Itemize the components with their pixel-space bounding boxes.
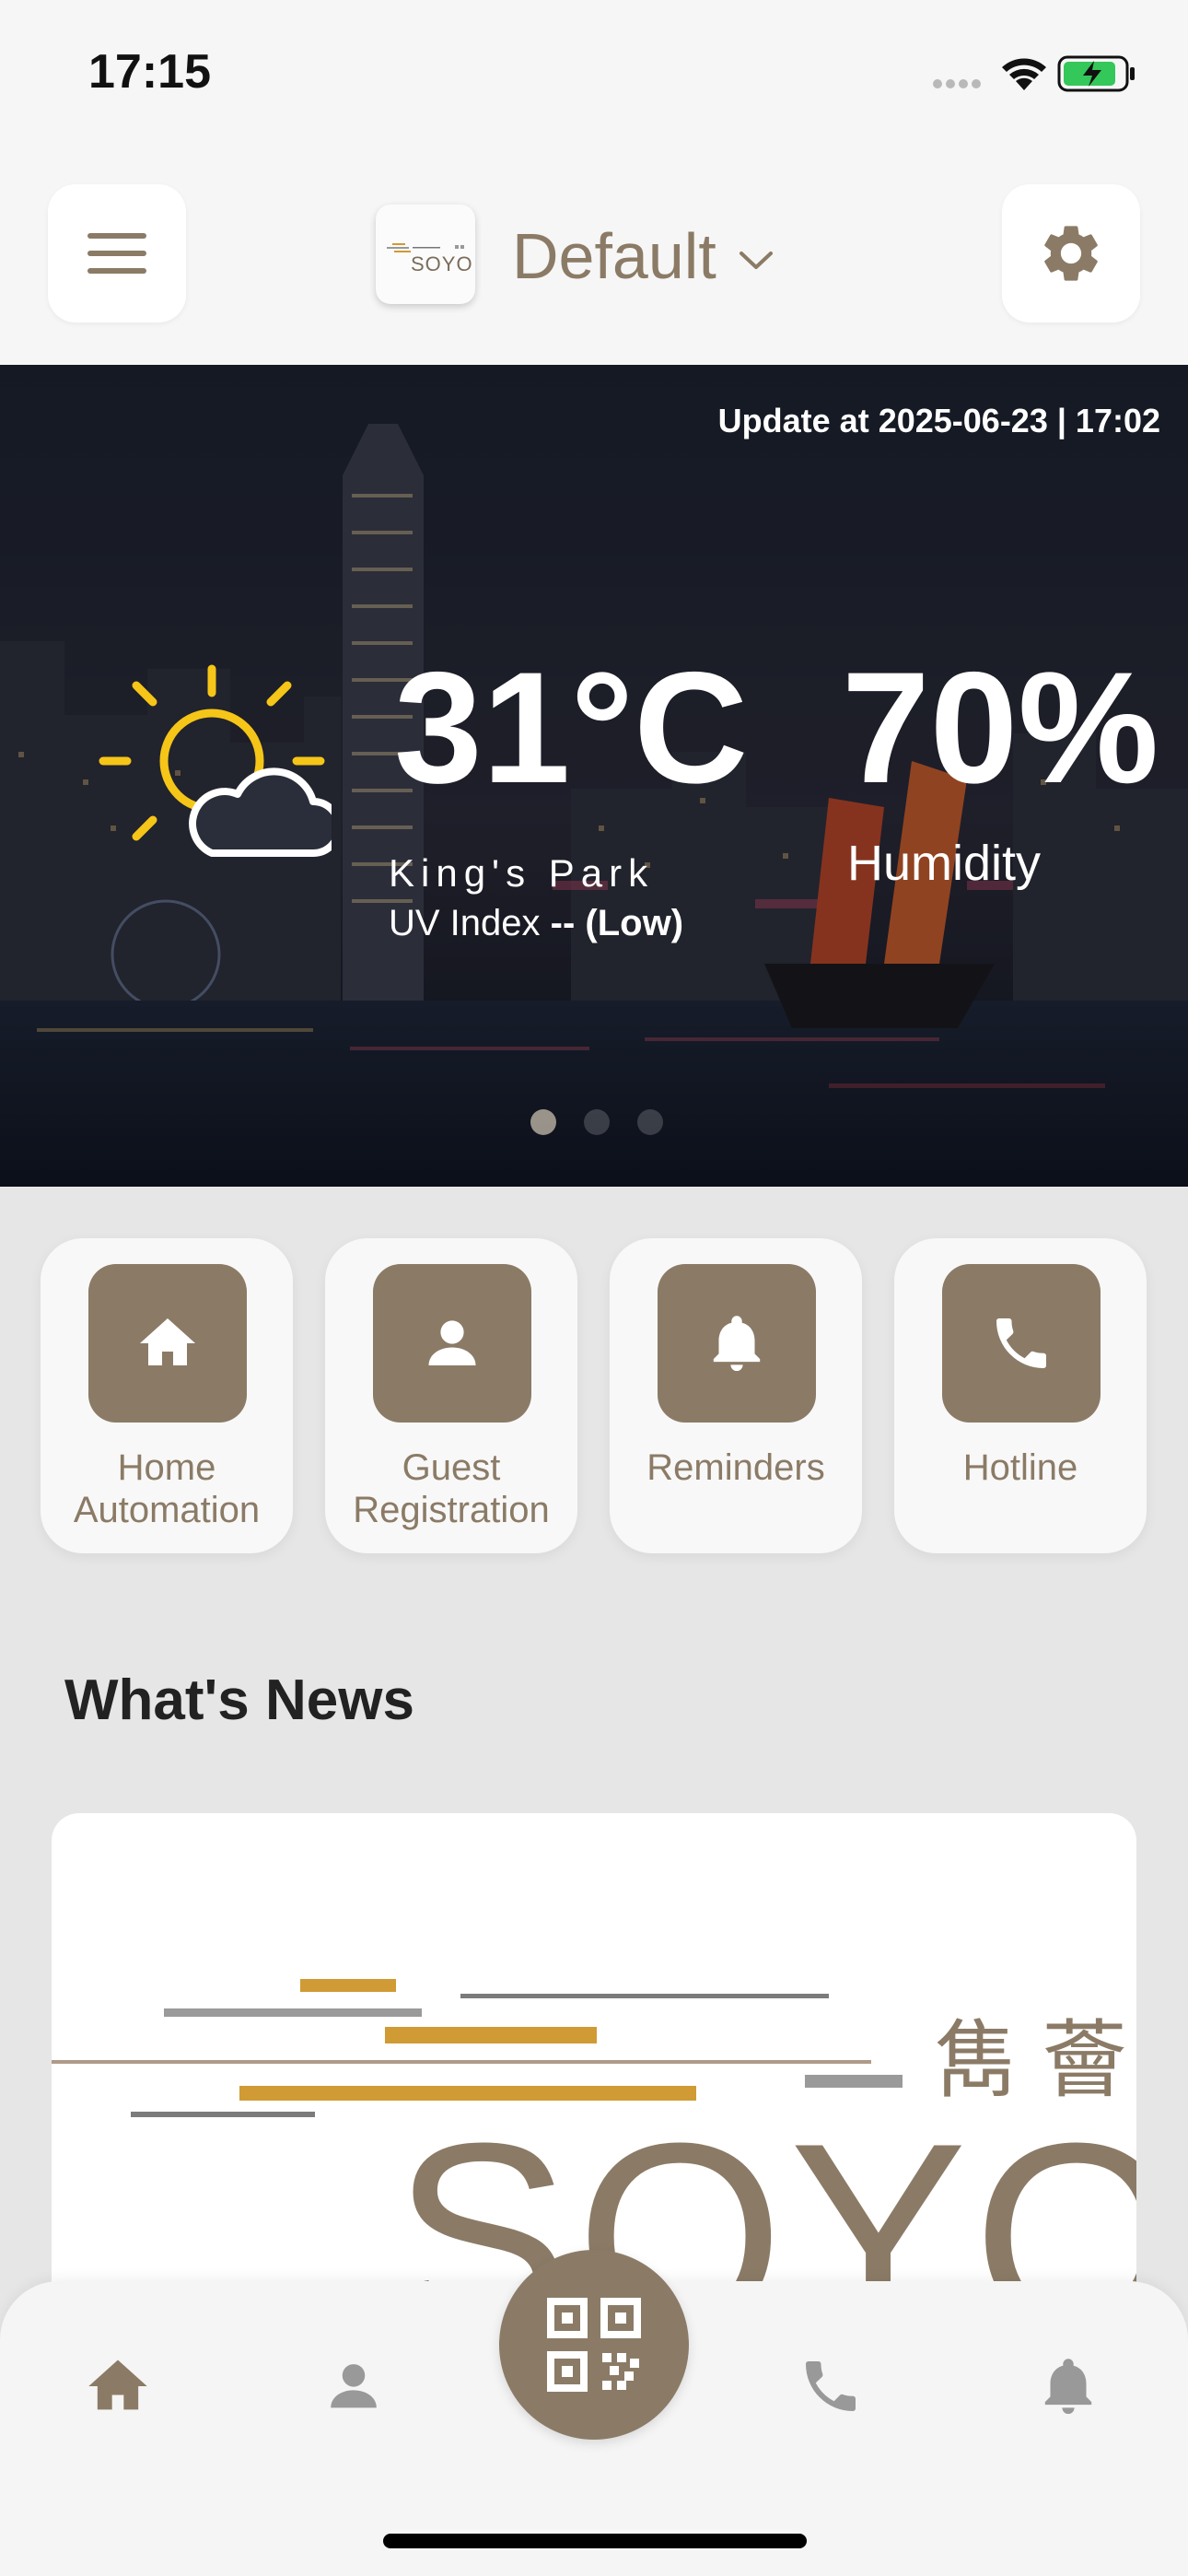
uv-value: -- (Low) [550, 903, 684, 943]
guest-registration-icon-tile [373, 1264, 531, 1423]
home-automation-card[interactable]: Home Automation [41, 1238, 293, 1553]
status-bar: 17:15 [0, 0, 1188, 147]
hotline-card[interactable]: Hotline [894, 1238, 1147, 1553]
carousel-dot[interactable] [637, 1109, 663, 1135]
nav-notifications[interactable] [1031, 2349, 1105, 2423]
home-icon [88, 2359, 147, 2410]
hamburger-menu-icon [87, 233, 146, 274]
person-icon [428, 1320, 476, 1365]
bell-icon [713, 1316, 761, 1371]
nav-hotline[interactable] [794, 2349, 868, 2423]
partly-sunny-icon [99, 664, 332, 857]
app-header: SOYO Default [0, 147, 1188, 365]
guest-registration-card[interactable]: Guest Registration [325, 1238, 577, 1553]
carousel-dot[interactable] [584, 1109, 610, 1135]
signal-icon [933, 79, 981, 88]
card-label: Reminders [646, 1447, 825, 1488]
weather-location: King's Park [389, 851, 655, 895]
home-icon [140, 1318, 195, 1365]
reminders-card[interactable]: Reminders [610, 1238, 862, 1553]
temperature: 31°C [394, 639, 749, 816]
home-indicator [383, 2534, 807, 2548]
qr-code-icon [547, 2298, 641, 2392]
gear-icon [1044, 226, 1098, 281]
settings-button[interactable] [1002, 184, 1140, 322]
phone-icon [806, 2361, 856, 2411]
home-automation-icon-tile [88, 1264, 247, 1423]
home-name: Default [512, 220, 716, 292]
soyo-logo: SOYO [376, 205, 475, 304]
uv-index: UV Index -- (Low) [389, 903, 683, 944]
uv-label: UV Index [389, 903, 541, 943]
bell-icon [1044, 2359, 1092, 2414]
update-timestamp: Update at 2025-06-23 | 17:02 [717, 402, 1160, 439]
humidity-label: Humidity [847, 836, 1042, 891]
person-icon [331, 2364, 377, 2408]
humidity-value: 70% [842, 639, 1159, 816]
qr-scan-button[interactable] [499, 2250, 689, 2440]
status-time: 17:15 [88, 45, 211, 99]
card-label: Guest Registration [353, 1447, 550, 1530]
card-label: Hotline [962, 1447, 1078, 1488]
wifi-icon [1002, 58, 1046, 90]
carousel-dot[interactable] [530, 1109, 556, 1135]
menu-button[interactable] [48, 184, 186, 322]
chevron-down-icon [739, 252, 773, 269]
hotline-icon-tile [942, 1264, 1101, 1423]
status-icons [923, 50, 1144, 96]
battery-icon [1057, 55, 1135, 92]
card-label: Home Automation [73, 1447, 261, 1530]
phone-icon [996, 1318, 1046, 1368]
nav-profile[interactable] [317, 2349, 390, 2423]
reminders-icon-tile [658, 1264, 816, 1423]
section-title-news: What's News [64, 1669, 414, 1732]
home-selector[interactable]: Default [512, 210, 774, 302]
logo-text: SOYO [411, 252, 473, 275]
carousel-indicator [530, 1109, 663, 1135]
nav-home[interactable] [81, 2349, 155, 2423]
weather-banner[interactable]: Update at 2025-06-23 | 17:02 31°C King's… [0, 365, 1188, 1187]
